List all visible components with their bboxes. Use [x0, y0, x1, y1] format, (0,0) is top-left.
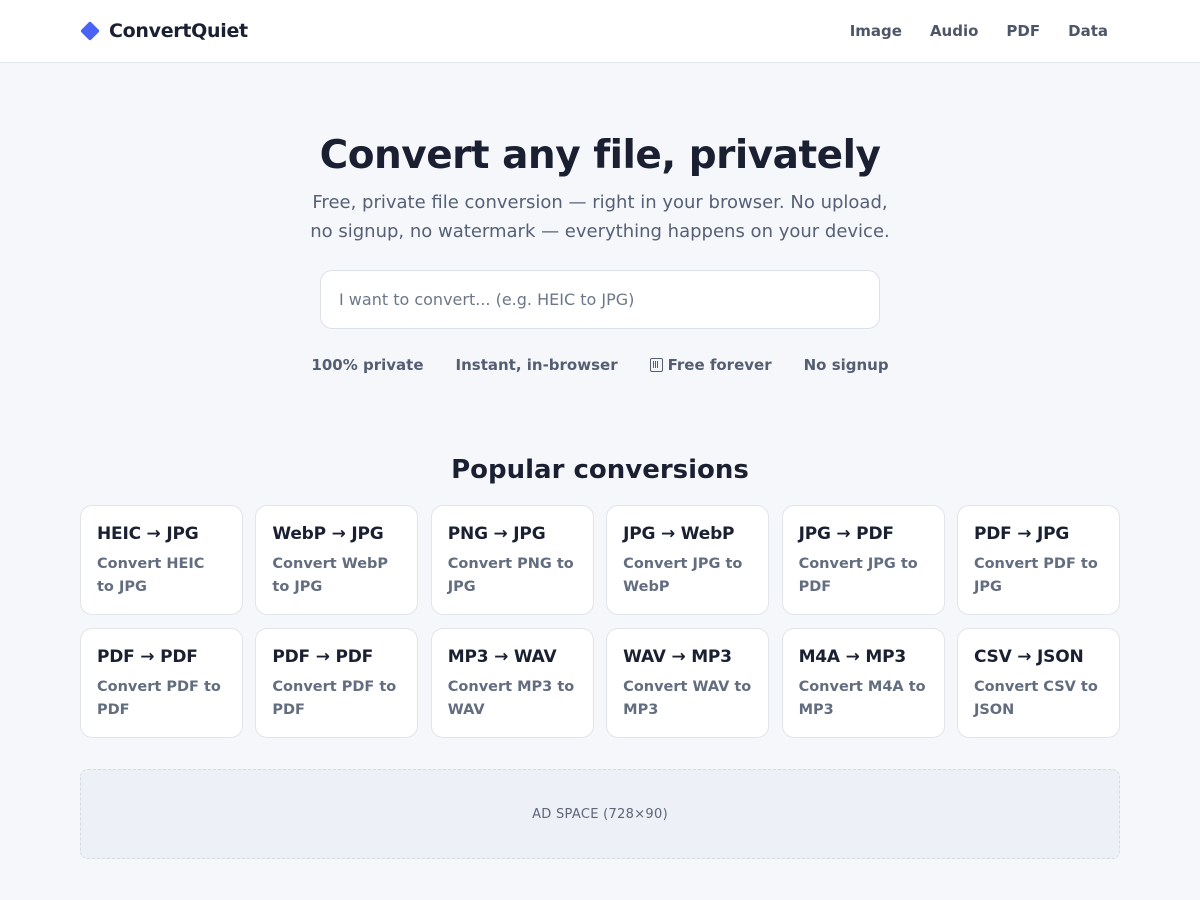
feature-free: Free forever [649, 354, 772, 376]
brand-name: ConvertQuiet [109, 20, 248, 42]
card-title: WAV → MP3 [623, 647, 732, 667]
conversion-card[interactable]: HEIC → JPG Convert HEIC to JPG [80, 505, 243, 615]
card-title: PDF → PDF [97, 647, 198, 667]
feature-label: No signup [803, 356, 889, 374]
conversion-card-grid: HEIC → JPG Convert HEIC to JPG WebP → JP… [80, 505, 1120, 738]
card-title: HEIC → JPG [97, 524, 199, 544]
nav-link-data[interactable]: Data [1068, 20, 1108, 42]
card-description: Convert PDF to JPG [973, 556, 1098, 595]
card-description: Convert WebP to JPG [272, 556, 389, 595]
site-header: ConvertQuiet Image Audio PDF Data [0, 0, 1200, 63]
conversion-card[interactable]: WAV → MP3 Convert WAV to MP3 [606, 628, 770, 738]
feature-label: 100% private [311, 356, 424, 374]
conversion-card[interactable]: PDF → JPG Convert PDF to JPG [956, 505, 1120, 615]
card-description: Convert CSV to JSON [973, 679, 1098, 718]
feature-list: 100% private Instant, in-browser Free fo… [0, 354, 1200, 376]
gift-icon [649, 358, 663, 372]
feature-no-signup: No signup [804, 354, 889, 376]
conversion-card[interactable]: PDF → PDF Convert PDF to PDF [255, 628, 419, 738]
feature-private: 100% private [311, 354, 423, 376]
main-nav: Image Audio PDF Data [850, 20, 1108, 42]
card-title: JPG → PDF [798, 524, 894, 544]
card-title: PNG → JPG [447, 524, 546, 544]
diamond-icon [80, 21, 100, 41]
conversion-card[interactable]: WebP → JPG Convert WebP to JPG [255, 505, 419, 615]
card-title: PDF → PDF [272, 647, 374, 667]
card-description: Convert PDF to PDF [272, 679, 397, 718]
hero-title: Convert any file, privately [319, 133, 881, 178]
card-description: Convert PNG to JPG [447, 556, 574, 595]
card-title: MP3 → WAV [447, 647, 557, 667]
card-title: CSV → JSON [973, 647, 1084, 667]
card-description: Convert WAV to MP3 [623, 679, 752, 718]
nav-link-pdf[interactable]: PDF [1006, 20, 1040, 42]
conversion-search-input[interactable] [320, 270, 880, 329]
conversion-card[interactable]: PNG → JPG Convert PNG to JPG [430, 505, 594, 615]
popular-conversions-title: Popular conversions [451, 455, 749, 485]
card-description: Convert MP3 to WAV [447, 679, 575, 718]
conversion-card[interactable]: PDF → PDF Convert PDF to PDF [80, 628, 243, 738]
nav-link-audio[interactable]: Audio [930, 20, 978, 42]
feature-instant: Instant, in-browser [456, 354, 618, 376]
ad-space: AD SPACE (728×90) [80, 769, 1120, 859]
nav-link-image[interactable]: Image [850, 20, 902, 42]
conversion-card[interactable]: CSV → JSON Convert CSV to JSON [956, 628, 1120, 738]
brand-logo[interactable]: ConvertQuiet [80, 18, 248, 44]
feature-label: Free forever [667, 356, 772, 374]
card-title: PDF → JPG [973, 524, 1070, 544]
conversion-card[interactable]: JPG → PDF Convert JPG to PDF [781, 505, 945, 615]
conversion-card[interactable]: MP3 → WAV Convert MP3 to WAV [430, 628, 594, 738]
feature-label: Instant, in-browser [455, 356, 618, 374]
card-title: JPG → WebP [623, 524, 735, 544]
card-description: Convert HEIC to JPG [97, 556, 205, 595]
card-description: Convert M4A to MP3 [798, 679, 926, 718]
hero-subtitle: Free, private file conversion — right in… [310, 192, 890, 242]
card-description: Convert JPG to WebP [623, 556, 743, 595]
card-description: Convert PDF to PDF [97, 679, 221, 718]
card-title: M4A → MP3 [798, 647, 907, 667]
ad-label: AD SPACE (728×90) [532, 806, 668, 822]
card-description: Convert JPG to PDF [798, 556, 918, 595]
conversion-card[interactable]: JPG → WebP Convert JPG to WebP [606, 505, 770, 615]
conversion-card[interactable]: M4A → MP3 Convert M4A to MP3 [781, 628, 945, 738]
card-title: WebP → JPG [272, 524, 384, 544]
